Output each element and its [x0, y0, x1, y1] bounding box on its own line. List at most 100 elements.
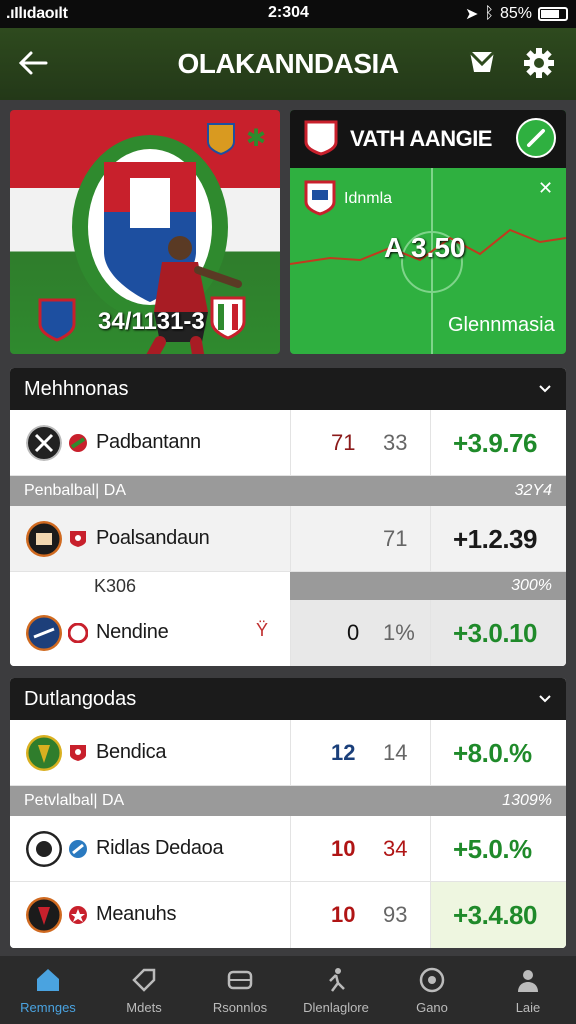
clock: 2:304: [268, 4, 309, 21]
team-badge-icon: [210, 296, 246, 340]
score-home: 10: [331, 836, 356, 861]
flag-icon: [69, 906, 87, 924]
user-icon: [518, 970, 538, 992]
tab-label: Dlenlaglore: [303, 1000, 369, 1015]
table-row[interactable]: Poalsandaun 71 +1.2.39: [10, 506, 566, 572]
odds-card[interactable]: VATH AANGIE Idnmla ✕ A 3.50 Glennmasia: [290, 110, 566, 354]
table-row[interactable]: Nendine Ÿ 0 1% +3.0.10: [10, 600, 566, 666]
team-logo-icon: [26, 615, 62, 651]
tab-gano[interactable]: Gano: [384, 956, 480, 1024]
odds-cell[interactable]: +3.0.10: [430, 600, 566, 666]
subsection-bar: Petvlalbal| DA 1309%: [10, 786, 566, 816]
team-logo-icon: [26, 897, 62, 933]
score-cell: 0 1%: [290, 600, 430, 666]
tab-home[interactable]: Remnges: [0, 956, 96, 1024]
odds-card-title: VATH AANGIE: [350, 126, 492, 151]
score-cell: 10 34: [290, 816, 430, 881]
tab-rsonnlos[interactable]: Rsonnlos: [192, 956, 288, 1024]
subsection-label: Petvlalbal| DA: [24, 792, 125, 809]
pitch-league-name: Glennmasia: [448, 314, 555, 336]
app-header: OLAKANNDASIA: [0, 28, 576, 100]
stadium-icon: [227, 970, 253, 990]
score-away: 33: [383, 430, 408, 455]
subsection-value: 300%: [290, 572, 566, 600]
pitch-odd-value: A 3.50: [384, 232, 466, 263]
team-logo-icon: [26, 735, 62, 771]
score-cell: 71: [290, 506, 430, 571]
featured-match-banner[interactable]: ✱ 34/1131-3: [10, 110, 280, 354]
team-logo-icon: [26, 521, 62, 557]
battery-icon: [538, 7, 568, 21]
score-home: 0: [347, 620, 360, 645]
subsection-label: Penbalbal| DA: [24, 482, 126, 499]
table-row[interactable]: Bendica 12 14 +8.0.%: [10, 720, 566, 786]
flag-icon: [70, 531, 86, 547]
match-section: Mehhnonas Padbantann 71 33 +3.9.76 Penba…: [10, 368, 566, 666]
player-icon: [329, 968, 345, 992]
close-icon[interactable]: ✕: [538, 178, 553, 199]
team-badge-icon: [304, 180, 336, 216]
location-icon: ➤: [464, 6, 479, 23]
tag-icon: [132, 968, 156, 992]
odds-value: +3.0.10: [453, 618, 537, 648]
team-badge-icon: [207, 123, 235, 156]
section-title: Dutlangodas: [24, 688, 137, 710]
chevron-down-icon[interactable]: [538, 382, 552, 396]
odds-value: +3.4.80: [453, 900, 537, 930]
score-away: 1%: [383, 620, 415, 645]
team-name: Nendine: [96, 621, 169, 643]
score-away: 34: [383, 836, 408, 861]
odds-cell[interactable]: +1.2.39: [430, 506, 566, 571]
subsection-value: 32Y4: [514, 482, 552, 499]
odds-cell[interactable]: +3.9.76: [430, 410, 566, 475]
hero-score: 34/1131-3: [98, 308, 205, 335]
odds-card-header: VATH AANGIE: [290, 110, 566, 168]
tab-laie[interactable]: Laie: [480, 956, 576, 1024]
section-title: Mehhnonas: [24, 378, 129, 400]
score-home: 71: [331, 430, 356, 455]
star-icon: ✱: [246, 125, 267, 152]
team-badge-icon: [38, 298, 76, 342]
subsection-value: 1309%: [502, 792, 552, 809]
bottom-tab-bar: Remnges Mdets Rsonnlos Dlenlaglore Gano …: [0, 956, 576, 1024]
subsection-label: K306: [94, 576, 137, 596]
score-cell: 71 33: [290, 410, 430, 475]
odds-value: +5.0.%: [453, 834, 532, 864]
chevron-down-icon[interactable]: [538, 692, 552, 706]
flag-icon: [69, 434, 87, 452]
odds-value: +1.2.39: [453, 524, 537, 554]
odds-value: +8.0.%: [453, 738, 532, 768]
odds-cell[interactable]: +8.0.%: [430, 720, 566, 785]
table-row[interactable]: Ridlas Dedaoa 10 34 +5.0.%: [10, 816, 566, 882]
team-name: Poalsandaun: [96, 527, 210, 549]
team-logo-icon: [26, 425, 62, 461]
odds-cell[interactable]: +3.4.80: [430, 882, 566, 948]
gear-icon[interactable]: [522, 46, 556, 80]
bluetooth-icon: ᛒ: [484, 5, 494, 22]
section-header[interactable]: Dutlangodas: [10, 678, 566, 720]
score-home: 10: [331, 902, 356, 927]
edit-icon[interactable]: [516, 118, 556, 158]
odds-value: +3.9.76: [453, 428, 537, 458]
ball-icon: [419, 967, 445, 993]
team-badge-icon: [304, 120, 338, 156]
score-away: 93: [383, 902, 408, 927]
status-icons: ➤ ᛒ 85%: [465, 4, 568, 24]
tab-mdets[interactable]: Mdets: [96, 956, 192, 1024]
section-header[interactable]: Mehhnonas: [10, 368, 566, 410]
subsection-bar: Penbalbal| DA 32Y4: [10, 476, 566, 506]
odds-cell[interactable]: +5.0.%: [430, 816, 566, 881]
home-icon: [37, 969, 59, 991]
tab-label: Gano: [416, 1000, 448, 1015]
carrier-signal: .ıIlıdaoılt: [6, 5, 68, 22]
score-cell: 12 14: [290, 720, 430, 785]
mail-icon[interactable]: [466, 46, 498, 78]
score-cell: 10 93: [290, 882, 430, 948]
table-row[interactable]: Padbantann 71 33 +3.9.76: [10, 410, 566, 476]
table-row[interactable]: Meanuhs 10 93 +3.4.80: [10, 882, 566, 948]
subsection-bar: K306 300%: [10, 572, 566, 600]
match-section: Dutlangodas Bendica 12 14 +8.0.% Petvlal…: [10, 678, 566, 948]
tab-label: Laie: [515, 1000, 541, 1015]
tab-dlenlaglore[interactable]: Dlenlaglore: [288, 956, 384, 1024]
tab-label: Remnges: [20, 1000, 76, 1015]
